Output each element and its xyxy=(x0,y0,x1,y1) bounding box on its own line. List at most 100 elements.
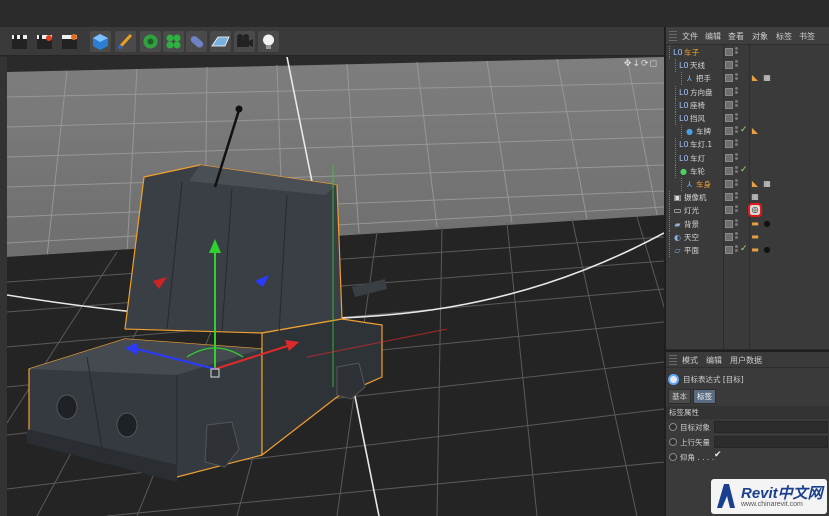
deformer-button[interactable] xyxy=(186,31,207,52)
viewport-nav-icons[interactable]: ✥↓⟳◻ xyxy=(624,59,658,69)
visibility-dots[interactable] xyxy=(735,60,738,71)
visibility-dots[interactable] xyxy=(735,152,738,164)
animate-radio[interactable] xyxy=(669,423,677,431)
checker-tag-icon[interactable]: ▦ xyxy=(762,179,772,189)
object-row[interactable]: L0 车子 xyxy=(666,46,829,59)
object-menu-item[interactable]: 书签 xyxy=(799,31,815,42)
visibility-dots[interactable] xyxy=(735,231,738,243)
object-name[interactable]: 车身 xyxy=(696,179,711,190)
object-row[interactable]: L0 座椅 xyxy=(666,98,829,112)
visibility-dots[interactable] xyxy=(735,179,738,190)
object-row[interactable]: L0 挡风 xyxy=(666,112,829,125)
tab-tag[interactable]: 标签 xyxy=(693,389,716,404)
object-name[interactable]: 天空 xyxy=(684,232,699,243)
phong-tag-icon[interactable]: ◣ xyxy=(750,179,760,189)
pitch-checkbox[interactable]: ✔ xyxy=(714,450,722,460)
visibility-dots[interactable] xyxy=(735,205,738,216)
floor-button[interactable] xyxy=(210,31,231,52)
layer-toggle[interactable] xyxy=(725,180,733,188)
checker-tag-icon[interactable]: ▦ xyxy=(750,192,760,202)
object-name[interactable]: 车轮 xyxy=(690,166,705,177)
enabled-check-icon[interactable]: ✓ xyxy=(740,244,748,254)
visibility-dots[interactable] xyxy=(735,192,738,203)
pen-button[interactable] xyxy=(115,31,136,52)
object-row[interactable]: ● 车牌 ✓ ◣ xyxy=(666,125,829,139)
visibility-dots[interactable] xyxy=(735,73,738,84)
material-tag-icon[interactable]: ● xyxy=(762,219,772,229)
checker-tag-icon[interactable]: ▦ xyxy=(762,73,772,83)
array-button[interactable] xyxy=(163,31,184,52)
3d-viewport[interactable]: ✥↓⟳◻ xyxy=(7,57,664,516)
object-row[interactable]: L0 方向盘 xyxy=(666,85,829,99)
render-view-button[interactable] xyxy=(9,31,30,52)
object-row[interactable]: ▭ 灯光 ◎ xyxy=(666,203,829,218)
layer-toggle[interactable] xyxy=(725,87,733,96)
object-row[interactable]: ▣ 摄像机 ▦ xyxy=(666,191,829,205)
visibility-dots[interactable] xyxy=(735,245,738,256)
render-settings-button[interactable] xyxy=(59,31,80,52)
animate-radio[interactable] xyxy=(669,453,677,461)
layer-toggle[interactable] xyxy=(725,74,733,83)
object-name[interactable]: 车灯.1 xyxy=(690,139,712,150)
visibility-dots[interactable] xyxy=(735,218,738,230)
layer-toggle[interactable] xyxy=(725,114,733,122)
target-tag-icon[interactable]: ◎ xyxy=(748,203,762,218)
light-button[interactable] xyxy=(258,31,279,52)
subdivision-button[interactable] xyxy=(140,31,161,52)
grip-icon[interactable] xyxy=(669,31,677,41)
object-row[interactable]: L0 车灯.1 xyxy=(666,138,829,152)
layer-toggle[interactable] xyxy=(725,246,733,254)
compositing-tag-icon[interactable]: ▬ xyxy=(750,219,760,229)
viewport-scene[interactable] xyxy=(7,57,664,516)
enabled-check-icon[interactable]: ✓ xyxy=(740,165,748,175)
visibility-dots[interactable] xyxy=(735,99,738,111)
object-name[interactable]: 车灯 xyxy=(690,153,705,164)
object-row[interactable]: L0 车灯 xyxy=(666,151,829,165)
object-row[interactable]: ⅄ 把手 ◣ ▦ xyxy=(666,72,829,86)
menu-edit[interactable]: 编辑 xyxy=(706,355,722,366)
tab-basic[interactable]: 基本 xyxy=(668,389,691,404)
object-name[interactable]: 车子 xyxy=(684,47,699,58)
object-name[interactable]: 天线 xyxy=(690,60,705,71)
layer-toggle[interactable] xyxy=(725,127,733,136)
visibility-dots[interactable] xyxy=(735,165,738,177)
visibility-dots[interactable] xyxy=(735,139,738,150)
object-name[interactable]: 灯光 xyxy=(684,205,699,216)
object-menu-item[interactable]: 查看 xyxy=(728,31,744,42)
menu-mode[interactable]: 模式 xyxy=(682,355,698,366)
visibility-dots[interactable] xyxy=(735,86,738,98)
object-name[interactable]: 摄像机 xyxy=(684,192,707,203)
object-name[interactable]: 座椅 xyxy=(690,100,705,111)
layer-toggle[interactable] xyxy=(725,100,733,109)
layer-toggle[interactable] xyxy=(725,48,733,56)
object-row[interactable]: ⅄ 车身 ◣ ▦ xyxy=(666,178,829,191)
object-row[interactable]: ▰ 背景 ▬ ● xyxy=(666,217,829,231)
layer-toggle[interactable] xyxy=(725,61,733,70)
object-row[interactable]: ◐ 天空 ▬ xyxy=(666,230,829,244)
object-name[interactable]: 背景 xyxy=(684,219,699,230)
phong-tag-icon[interactable]: ◣ xyxy=(750,73,760,83)
enabled-check-icon[interactable]: ✓ xyxy=(740,125,748,135)
object-name[interactable]: 挡风 xyxy=(690,113,705,124)
object-menu-item[interactable]: 文件 xyxy=(682,31,698,42)
phong-tag-icon[interactable]: ◣ xyxy=(750,126,760,136)
object-menu-item[interactable]: 对象 xyxy=(752,31,768,42)
grip-icon[interactable] xyxy=(669,355,677,365)
layer-toggle[interactable] xyxy=(725,206,733,215)
layer-toggle[interactable] xyxy=(725,140,733,149)
object-name[interactable]: 方向盘 xyxy=(690,87,713,98)
object-row[interactable]: ▱ 平面 ✓ ▬ ● xyxy=(666,244,829,257)
visibility-dots[interactable] xyxy=(735,47,738,58)
cube-button[interactable] xyxy=(90,31,111,52)
object-name[interactable]: 车牌 xyxy=(696,126,711,137)
object-row[interactable]: L0 天线 xyxy=(666,59,829,73)
object-menu-item[interactable]: 编辑 xyxy=(705,31,721,42)
target-object-link-field[interactable] xyxy=(714,421,828,433)
compositing-tag-icon[interactable]: ▬ xyxy=(750,245,760,255)
object-menu-item[interactable]: 标签 xyxy=(776,31,792,42)
layer-toggle[interactable] xyxy=(725,153,733,162)
layer-toggle[interactable] xyxy=(725,219,733,228)
object-name[interactable]: 平面 xyxy=(684,245,699,256)
compositing-tag-icon[interactable]: ▬ xyxy=(750,232,760,242)
animate-radio[interactable] xyxy=(669,438,677,446)
